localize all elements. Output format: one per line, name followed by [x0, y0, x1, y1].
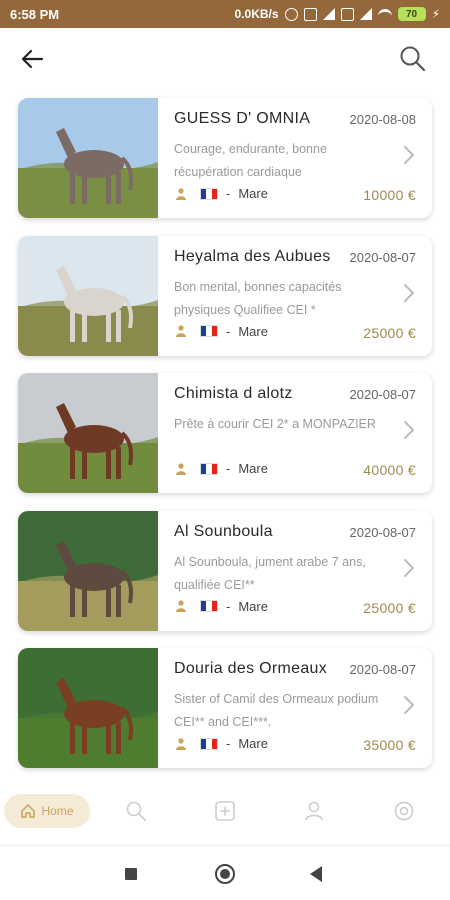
- listing-description: Prête à courir CEI 2* a MONPAZIER: [174, 417, 376, 431]
- horse-gender: Mare: [238, 323, 268, 339]
- listing-description: Bon mental, bonnes capacités physiques Q…: [174, 279, 342, 317]
- rider-icon: [176, 600, 186, 612]
- settings-icon: [394, 801, 414, 821]
- listing-description: Sister of Camil des Ormeaux podium CEI**…: [174, 692, 379, 729]
- rider-icon: [176, 325, 186, 337]
- horse-name: Chimista d alotz: [174, 385, 293, 402]
- listing-description: Courage, endurante, bonne récupération c…: [174, 142, 327, 179]
- arrow-left-icon: [21, 49, 44, 69]
- chevron-right-icon: [404, 696, 414, 714]
- status-time: 6:58 PM: [10, 6, 60, 22]
- profile-icon: [305, 801, 323, 821]
- nav-search-button[interactable]: [125, 800, 147, 822]
- listing-price: 40000 €: [363, 462, 416, 478]
- back-system-icon[interactable]: [310, 866, 322, 882]
- horse-photo: [18, 510, 158, 631]
- france-flag-icon: [200, 462, 218, 475]
- horse-photo: [18, 648, 158, 768]
- nav-home-button[interactable]: Home: [4, 794, 90, 828]
- status-right: 0.0KB/s 70 ⚡: [235, 7, 440, 21]
- listing-card[interactable]: Al Sounboula 2020-08-07 Al Sounboula, ju…: [18, 510, 432, 631]
- alarm-icon: [284, 7, 298, 21]
- horse-gender: Mare: [238, 186, 268, 201]
- horse-photo: [18, 235, 158, 356]
- recent-apps-icon[interactable]: [125, 868, 137, 880]
- top-bar: [0, 28, 450, 90]
- france-flag-icon: [200, 325, 218, 337]
- horse-name: GUESS D' OMNIA: [174, 110, 311, 127]
- search-icon: [126, 801, 146, 821]
- status-bar: 6:58 PM 0.0KB/s 70 ⚡: [0, 0, 450, 28]
- signal-icon-2: [359, 8, 372, 20]
- horse-name: Al Sounboula: [174, 522, 273, 540]
- listing-description: Al Sounboula, jument arabe 7 ans, qualif…: [174, 554, 366, 592]
- horse-photo: [18, 98, 158, 218]
- listing-date: 2020-08-07: [349, 662, 417, 677]
- listing-meta: - Mare: [174, 461, 268, 476]
- listing-date: 2020-08-07: [349, 524, 417, 540]
- search-icon: [400, 46, 426, 72]
- chevron-right-icon: [404, 421, 414, 439]
- rider-icon: [176, 737, 186, 750]
- listing-price: 35000 €: [363, 737, 416, 753]
- nav-settings-button[interactable]: [393, 800, 415, 822]
- chevron-right-icon: [404, 146, 414, 164]
- horse-name: Heyalma des Aubues: [174, 247, 331, 265]
- listing-meta: - Mare: [174, 736, 268, 751]
- listing-date: 2020-08-07: [349, 249, 417, 265]
- bottom-navigation: Home: [0, 788, 450, 834]
- listing-card[interactable]: Chimista d alotz 2020-08-07 Prête à cour…: [18, 373, 432, 493]
- listing-card[interactable]: GUESS D' OMNIA 2020-08-08 Courage, endur…: [18, 98, 432, 218]
- horse-photo: [18, 373, 158, 493]
- meta-separator: -: [226, 736, 231, 751]
- rider-icon: [176, 462, 186, 475]
- listing-card[interactable]: Heyalma des Aubues 2020-08-07 Bon mental…: [18, 235, 432, 356]
- rider-icon: [176, 187, 186, 200]
- network-speed: 0.0KB/s: [234, 7, 279, 21]
- signal-icon: [322, 8, 335, 20]
- home-icon: [21, 804, 36, 818]
- france-flag-icon: [200, 737, 218, 750]
- listing-meta: - Mare: [174, 186, 268, 201]
- nav-home-label: Home: [41, 804, 74, 818]
- system-navigation-bar: [0, 845, 450, 900]
- horse-gender: Mare: [238, 736, 268, 751]
- listing-card[interactable]: Douria des Ormeaux 2020-08-07 Sister of …: [18, 648, 432, 768]
- nfc-icon: [303, 7, 317, 21]
- nav-add-button[interactable]: [214, 800, 236, 822]
- sim-icon: [340, 7, 354, 21]
- search-button[interactable]: [398, 44, 428, 74]
- horse-gender: Mare: [238, 598, 268, 614]
- listing-date: 2020-08-08: [349, 112, 417, 127]
- france-flag-icon: [200, 187, 218, 200]
- add-icon: [215, 801, 235, 821]
- listing-meta: - Mare: [174, 324, 268, 339]
- back-button[interactable]: [18, 46, 48, 72]
- meta-separator: -: [226, 598, 231, 614]
- listing-price: 25000 €: [363, 324, 416, 341]
- battery-icon: 70: [397, 7, 426, 21]
- charging-icon: ⚡: [431, 7, 440, 21]
- home-system-icon[interactable]: [215, 864, 235, 884]
- listing-meta: - Mare: [174, 599, 268, 614]
- meta-separator: -: [226, 186, 231, 201]
- meta-separator: -: [226, 461, 231, 476]
- nav-profile-button[interactable]: [303, 800, 325, 822]
- listing-price: 10000 €: [363, 187, 416, 203]
- chevron-right-icon: [404, 558, 414, 577]
- listing-price: 25000 €: [363, 599, 416, 616]
- wifi-icon: [377, 9, 392, 19]
- france-flag-icon: [200, 600, 218, 612]
- chevron-right-icon: [404, 283, 414, 302]
- horse-gender: Mare: [238, 461, 268, 476]
- horse-name: Douria des Ormeaux: [174, 660, 328, 677]
- listing-date: 2020-08-07: [349, 387, 417, 402]
- meta-separator: -: [226, 323, 231, 339]
